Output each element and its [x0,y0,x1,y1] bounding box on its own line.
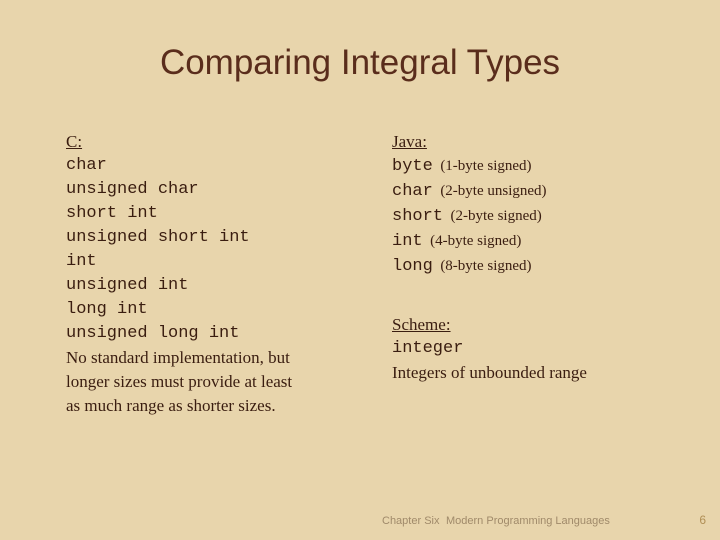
footer-chapter: Chapter Six [382,515,440,527]
java-type-name: long [392,257,433,276]
java-heading: Java: [392,132,427,151]
column-spacer [392,279,692,313]
footer-book-title: Modern Programming Languages [446,515,610,527]
c-note-line: longer sizes must provide at least [66,372,293,391]
left-column: C: char unsigned char short int unsigned… [66,130,366,418]
java-type-annotation: (1-byte signed) [432,158,532,174]
java-type-row: short (2-byte signed) [392,204,692,229]
java-type-name: byte [392,157,433,176]
c-heading: C: [66,132,83,151]
java-type-annotation: (4-byte signed) [422,233,522,249]
java-type-annotation: (2-byte unsigned) [432,183,547,199]
java-type-name: char [392,182,433,201]
java-type-annotation: (2-byte signed) [443,208,542,224]
java-type-row: char (2-byte unsigned) [392,179,692,204]
slide: Comparing Integral Types C: char unsigne… [0,0,720,540]
c-code-line: short int [66,204,158,223]
right-column: Java: byte (1-byte signed) char (2-byte … [392,130,692,385]
scheme-type: integer [392,339,464,358]
c-code-line: unsigned long int [66,324,240,343]
java-type-row: byte (1-byte signed) [392,154,692,179]
scheme-heading: Scheme: [392,315,451,334]
java-type-name: int [392,232,423,251]
page-number: 6 [699,513,706,527]
java-type-row: long (8-byte signed) [392,254,692,279]
c-note-line: No standard implementation, but [66,348,290,367]
footer: Chapter Six Modern Programming Languages… [0,507,720,527]
c-code-line: unsigned short int [66,228,250,247]
c-code-line: unsigned char [66,180,199,199]
c-code-line: long int [66,300,148,319]
page-title: Comparing Integral Types [159,43,561,82]
java-type-annotation: (8-byte signed) [432,258,532,274]
java-type-name: short [392,207,444,226]
scheme-note: Integers of unbounded range [392,363,587,382]
c-note-line: as much range as shorter sizes. [66,396,276,415]
c-code-line: int [66,252,97,271]
c-code-line: char [66,156,107,175]
java-type-row: int (4-byte signed) [392,229,692,254]
c-code-line: unsigned int [66,276,189,295]
